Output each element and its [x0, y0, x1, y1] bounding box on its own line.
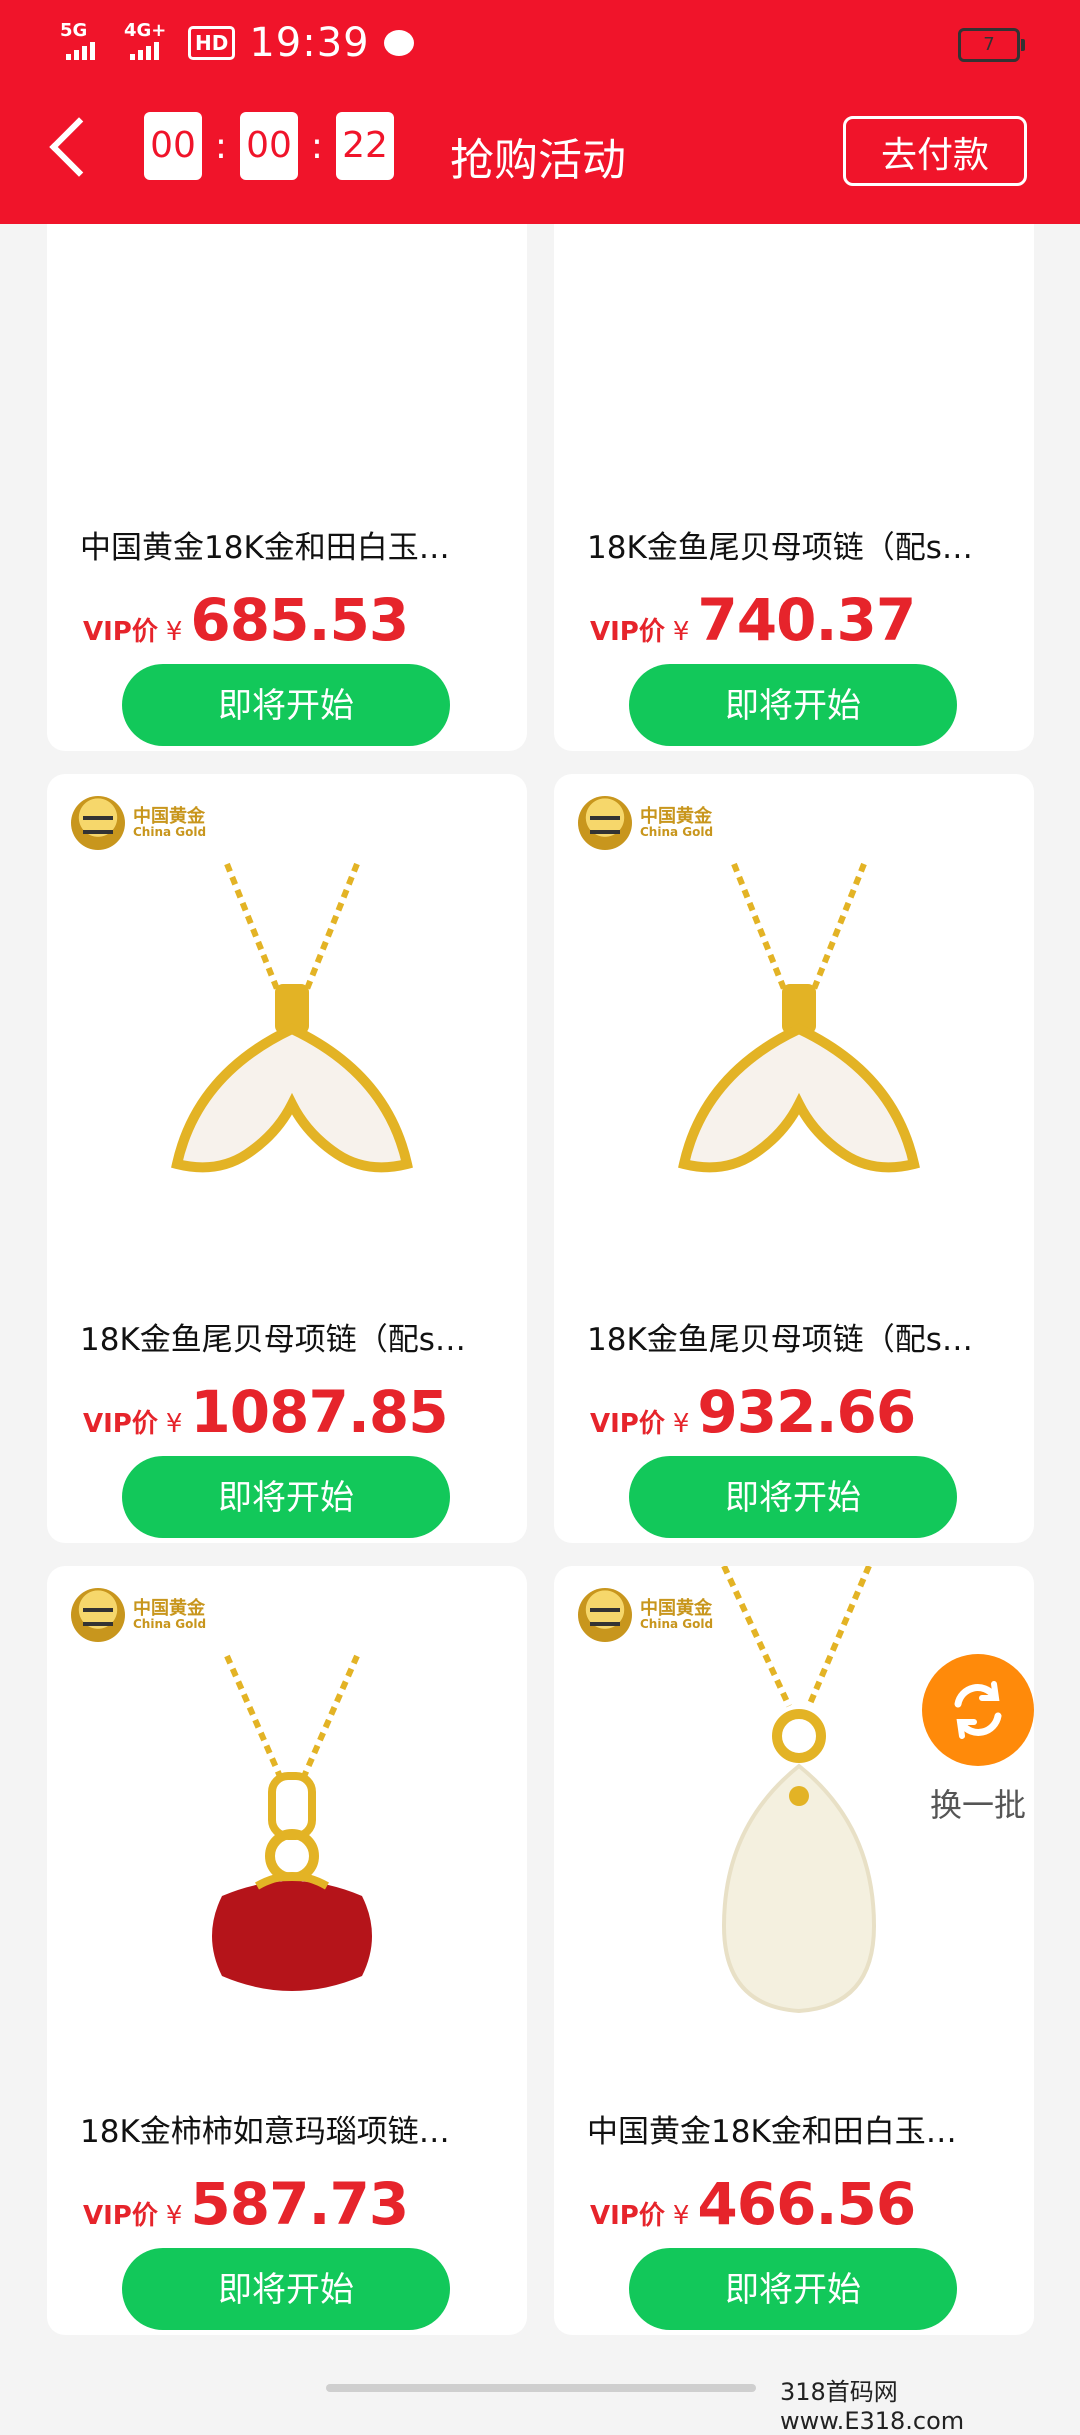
price-row: VIP价 ¥ 685.53 [83, 586, 409, 654]
china-gold-logo-icon [578, 796, 632, 850]
timer-colon: : [214, 125, 228, 167]
china-gold-logo: 中国黄金 China Gold [578, 796, 713, 850]
currency-symbol: ¥ [672, 2201, 690, 2231]
whale-tail-pendant-image [171, 862, 413, 1173]
refresh-label[interactable]: 换一批 [920, 1780, 1036, 1826]
price-row: VIP价 ¥ 1087.85 [83, 1378, 449, 1446]
coming-soon-button[interactable]: 即将开始 [629, 1456, 957, 1538]
logo-text-cn: 中国黄金 [640, 1598, 712, 1619]
currency-symbol: ¥ [672, 617, 690, 647]
battery-icon: 7 [958, 28, 1025, 62]
price-row: VIP价 ¥ 466.56 [590, 2170, 916, 2238]
price-row: VIP价 ¥ 587.73 [83, 2170, 409, 2238]
currency-symbol: ¥ [672, 1409, 690, 1439]
timer-colon: : [310, 125, 324, 167]
price-value: 740.37 [697, 586, 916, 654]
hd-badge: HD [188, 26, 236, 60]
vip-label: VIP价 [590, 1409, 665, 1439]
vip-label: VIP价 [83, 1409, 158, 1439]
price-value: 932.66 [697, 1378, 916, 1446]
whale-tail-pendant-image [678, 862, 920, 1173]
vip-label: VIP价 [590, 2201, 665, 2231]
product-card[interactable]: 中国黄金 China Gold 18K金柿柿如意玛瑙项链… VIP价 ¥ 587… [47, 1566, 527, 2335]
vip-label: VIP价 [590, 617, 665, 647]
timer-seconds: 22 [336, 112, 394, 180]
currency-symbol: ¥ [165, 1409, 183, 1439]
product-image[interactable]: 中国黄金 China Gold [554, 774, 1034, 1289]
logo-text-cn: 中国黄金 [640, 806, 712, 827]
price-value: 587.73 [190, 2170, 409, 2238]
page-title: 抢购活动 [450, 135, 626, 186]
product-name[interactable]: 中国黄金18K金和田白玉… [80, 522, 500, 567]
home-indicator [326, 2384, 756, 2392]
status-bar: 5G 4G+ HD 19:39 [60, 18, 414, 68]
product-image[interactable]: 中国黄金 China Gold [47, 1566, 527, 2081]
product-name[interactable]: 18K金鱼尾贝母项链（配s… [587, 1314, 1007, 1359]
refresh-icon [954, 1681, 1002, 1739]
vip-label: VIP价 [83, 2201, 158, 2231]
refresh-button[interactable] [922, 1654, 1034, 1766]
logo-text-cn: 中国黄金 [133, 806, 205, 827]
status-time: 19:39 [249, 20, 370, 66]
product-card[interactable]: 中国黄金 China Gold 18K金鱼尾贝母项链（配s… VIP价 ¥ 10… [47, 774, 527, 1543]
signal-4g-label: 4G+ [124, 20, 167, 41]
battery-level: 7 [983, 34, 995, 55]
timer-hours: 00 [144, 112, 202, 180]
logo-text-cn: 中国黄金 [133, 1598, 205, 1619]
product-name[interactable]: 18K金鱼尾贝母项链（配s… [587, 522, 1007, 567]
logo-text-en: China Gold [133, 825, 207, 839]
coming-soon-button[interactable]: 即将开始 [122, 664, 450, 746]
signal-4g: 4G+ [124, 22, 174, 64]
price-row: VIP价 ¥ 740.37 [590, 586, 916, 654]
logo-text-en: China Gold [133, 1617, 207, 1631]
product-image[interactable]: 中国黄金 China Gold [47, 774, 527, 1289]
signal-5g-label: 5G [60, 20, 88, 41]
watermark: 318首码网 www.E318.com [780, 2378, 965, 2435]
product-name[interactable]: 中国黄金18K金和田白玉… [587, 2106, 1007, 2151]
price-value: 685.53 [190, 586, 409, 654]
back-arrow-icon[interactable] [49, 117, 109, 177]
coming-soon-button[interactable]: 即将开始 [629, 664, 957, 746]
coming-soon-button[interactable]: 即将开始 [122, 2248, 450, 2330]
countdown-timer: 00 : 00 : 22 [144, 112, 394, 180]
china-gold-logo: 中国黄金 China Gold [578, 1588, 713, 1642]
china-gold-logo: 中国黄金 China Gold [71, 796, 206, 850]
currency-symbol: ¥ [165, 617, 183, 647]
product-name[interactable]: 18K金柿柿如意玛瑙项链… [80, 2106, 500, 2151]
product-card[interactable]: 中国黄金 China Gold 18K金鱼尾贝母项链（配s… VIP价 ¥ 93… [554, 774, 1034, 1543]
coming-soon-button[interactable]: 即将开始 [122, 1456, 450, 1538]
china-gold-logo: 中国黄金 China Gold [71, 1588, 206, 1642]
currency-symbol: ¥ [165, 2201, 183, 2231]
signal-5g: 5G [60, 22, 110, 64]
header-bar: 5G 4G+ HD 19:39 7 00 : 00 : 22 抢购活动 去付款 [0, 0, 1080, 224]
china-gold-logo-icon [71, 796, 125, 850]
persimmon-agate-pendant-image [212, 1654, 372, 1991]
price-value: 1087.85 [190, 1378, 448, 1446]
logo-text-en: China Gold [640, 1617, 714, 1631]
message-icon [383, 30, 414, 56]
product-grid: 中国黄金18K金和田白玉… VIP价 ¥ 685.53 即将开始 18K金鱼尾贝… [47, 0, 1035, 2335]
logo-text-en: China Gold [640, 825, 714, 839]
china-gold-logo-icon [578, 1588, 632, 1642]
coming-soon-button[interactable]: 即将开始 [629, 2248, 957, 2330]
vip-label: VIP价 [83, 617, 158, 647]
price-row: VIP价 ¥ 932.66 [590, 1378, 916, 1446]
pay-button[interactable]: 去付款 [843, 116, 1027, 186]
china-gold-logo-icon [71, 1588, 125, 1642]
product-name[interactable]: 18K金鱼尾贝母项链（配s… [80, 1314, 500, 1359]
price-value: 466.56 [697, 2170, 916, 2238]
timer-minutes: 00 [240, 112, 298, 180]
